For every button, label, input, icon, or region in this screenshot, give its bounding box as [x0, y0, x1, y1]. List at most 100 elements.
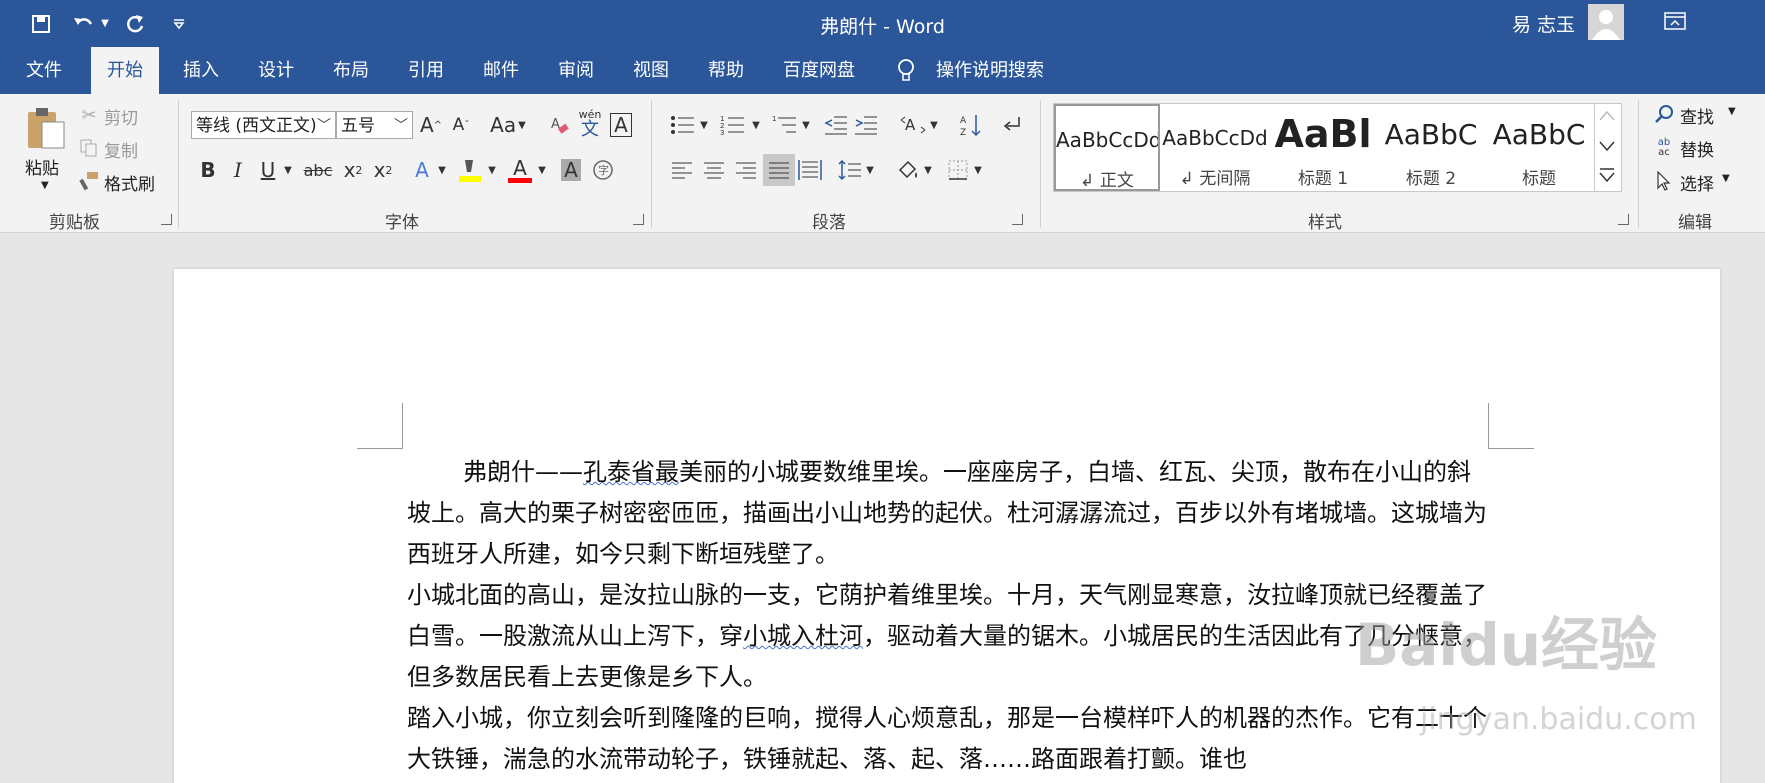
bold-icon[interactable]: B [196, 156, 220, 184]
enclose-characters-icon[interactable]: 字 [590, 156, 616, 184]
tab-design[interactable]: 设计 [242, 47, 310, 94]
numbering-dropdown-icon[interactable]: ▼ [750, 111, 762, 139]
distributed-icon[interactable] [796, 156, 824, 184]
increase-indent-icon[interactable] [852, 111, 880, 139]
shrink-font-icon[interactable]: Aˇ [448, 111, 474, 139]
align-center-icon[interactable] [700, 156, 728, 184]
numbering-icon[interactable]: 123 [718, 111, 748, 139]
window-title: 弗朗什 - Word [820, 16, 945, 38]
phonetic-guide-icon[interactable]: wén 文 [578, 107, 602, 141]
styles-launcher-icon[interactable] [1618, 214, 1629, 225]
borders-dropdown-icon[interactable]: ▼ [972, 156, 984, 184]
select-dropdown-icon[interactable]: ▼ [1722, 173, 1730, 184]
style-no-spacing[interactable]: AaBbCcDd ↲ 无间隔 [1162, 104, 1268, 191]
line-spacing-dropdown-icon[interactable]: ▼ [864, 156, 876, 184]
style-heading-2[interactable]: AaBbC 标题 2 [1378, 104, 1484, 191]
document-body[interactable]: 弗朗什——孔泰省最美丽的小城要数维里埃。一座座房子，白墙、红瓦、尖顶，散布在小山… [407, 452, 1487, 780]
cut-button[interactable]: 剪切 [104, 104, 138, 129]
style-normal[interactable]: AaBbCcDd ↲ 正文 [1054, 104, 1160, 191]
grow-font-icon[interactable]: A ^ [418, 111, 444, 139]
font-name-combo[interactable]: 等线 (西文正文) ﹀ [191, 111, 336, 139]
highlight-color-icon[interactable] [456, 154, 484, 186]
user-name[interactable]: 易 志玉 [1512, 10, 1575, 37]
tab-mailings[interactable]: 邮件 [467, 47, 535, 94]
format-painter-button[interactable]: 格式刷 [104, 170, 155, 195]
tab-help[interactable]: 帮助 [692, 47, 760, 94]
multilevel-list-icon[interactable]: 1 [770, 111, 800, 139]
ribbon-display-options-icon[interactable] [1664, 11, 1686, 35]
tab-baidu-netdisk[interactable]: 百度网盘 [767, 47, 871, 94]
strikethrough-icon[interactable]: abc [302, 156, 334, 184]
decrease-indent-icon[interactable] [822, 111, 850, 139]
tab-file[interactable]: 文件 [10, 47, 78, 94]
style-heading-1[interactable]: AaBl 标题 1 [1270, 104, 1376, 191]
text-effects-dropdown-icon[interactable]: ▼ [436, 156, 448, 184]
select-cursor-icon [1652, 169, 1676, 193]
tab-layout[interactable]: 布局 [317, 47, 385, 94]
spellcheck-text-run: 小城入杜河 [743, 622, 863, 650]
paragraph-launcher-icon[interactable] [1012, 214, 1023, 225]
font-launcher-icon[interactable] [633, 214, 644, 225]
find-button[interactable]: 查找 [1680, 103, 1714, 128]
clipboard-launcher-icon[interactable] [161, 214, 172, 225]
multilevel-dropdown-icon[interactable]: ▼ [800, 111, 812, 139]
chinese-layout-icon[interactable]: A [898, 111, 928, 139]
select-button[interactable]: 选择 [1680, 170, 1714, 195]
underline-icon[interactable]: U [256, 156, 280, 184]
replace-button[interactable]: 替换 [1680, 136, 1714, 161]
find-dropdown-icon[interactable]: ▼ [1728, 106, 1736, 117]
font-size-combo[interactable]: 五号 ﹀ [336, 111, 413, 139]
chinese-layout-dropdown-icon[interactable]: ▼ [928, 111, 940, 139]
copy-button[interactable]: 复制 [104, 137, 138, 162]
style-name: ↲ 正文 [1080, 171, 1134, 191]
paste-button[interactable]: 粘贴 [25, 154, 59, 179]
font-color-dropdown-icon[interactable]: ▼ [536, 156, 548, 184]
tab-review[interactable]: 审阅 [542, 47, 610, 94]
justify-icon[interactable] [763, 154, 795, 186]
character-border-icon[interactable]: A [608, 111, 634, 139]
svg-text:A: A [905, 116, 916, 134]
tab-home[interactable]: 开始 [91, 47, 159, 94]
borders-icon[interactable] [944, 156, 972, 184]
show-formatting-marks-icon[interactable] [998, 111, 1026, 139]
ribbon-tabs: 文件 开始 插入 设计 布局 引用 邮件 审阅 视图 帮助 百度网盘 操作说明搜… [0, 47, 1765, 94]
tell-me-search[interactable]: 操作说明搜索 [920, 47, 1060, 94]
chevron-down-icon: ﹀ [394, 118, 408, 134]
tab-insert[interactable]: 插入 [167, 47, 235, 94]
clear-formatting-icon[interactable]: A [548, 111, 572, 139]
paragraph-group-label: 段落 [812, 213, 846, 233]
svg-text:1: 1 [772, 115, 776, 123]
font-color-icon[interactable]: A [506, 154, 534, 186]
group-separator [178, 100, 179, 228]
scroll-up-icon[interactable] [1598, 108, 1616, 127]
align-right-icon[interactable] [732, 156, 760, 184]
chevron-down-icon: ﹀ [317, 118, 331, 134]
style-title[interactable]: AaBbC 标题 [1486, 104, 1592, 191]
paste-dropdown-icon[interactable]: ▼ [41, 180, 49, 191]
editing-group-label: 编辑 [1678, 213, 1712, 233]
underline-dropdown-icon[interactable]: ▼ [282, 156, 294, 184]
shading-icon[interactable] [894, 156, 922, 184]
avatar[interactable] [1588, 4, 1624, 40]
tab-view[interactable]: 视图 [617, 47, 685, 94]
italic-icon[interactable]: I [226, 156, 250, 184]
character-shading-icon[interactable]: A [558, 156, 584, 184]
align-left-icon[interactable] [668, 156, 696, 184]
change-case-icon[interactable]: Aa ▼ [486, 111, 530, 139]
highlight-dropdown-icon[interactable]: ▼ [486, 156, 498, 184]
styles-group-label: 样式 [1308, 213, 1342, 233]
sort-icon[interactable]: AZ [958, 111, 986, 139]
format-painter-icon [78, 170, 100, 192]
paste-icon[interactable] [24, 106, 68, 150]
superscript-icon[interactable]: x2 [370, 156, 396, 184]
more-styles-icon[interactable] [1598, 166, 1616, 188]
styles-gallery: AaBbCcDd ↲ 正文 AaBbCcDd ↲ 无间隔 AaBl 标题 1 A… [1053, 103, 1596, 192]
scroll-down-icon[interactable] [1598, 138, 1616, 157]
bullets-dropdown-icon[interactable]: ▼ [698, 111, 710, 139]
tab-references[interactable]: 引用 [392, 47, 460, 94]
text-effects-icon[interactable]: A [408, 156, 436, 184]
bullets-icon[interactable] [668, 111, 698, 139]
shading-dropdown-icon[interactable]: ▼ [922, 156, 934, 184]
subscript-icon[interactable]: x2 [340, 156, 366, 184]
line-spacing-icon[interactable] [836, 156, 864, 184]
